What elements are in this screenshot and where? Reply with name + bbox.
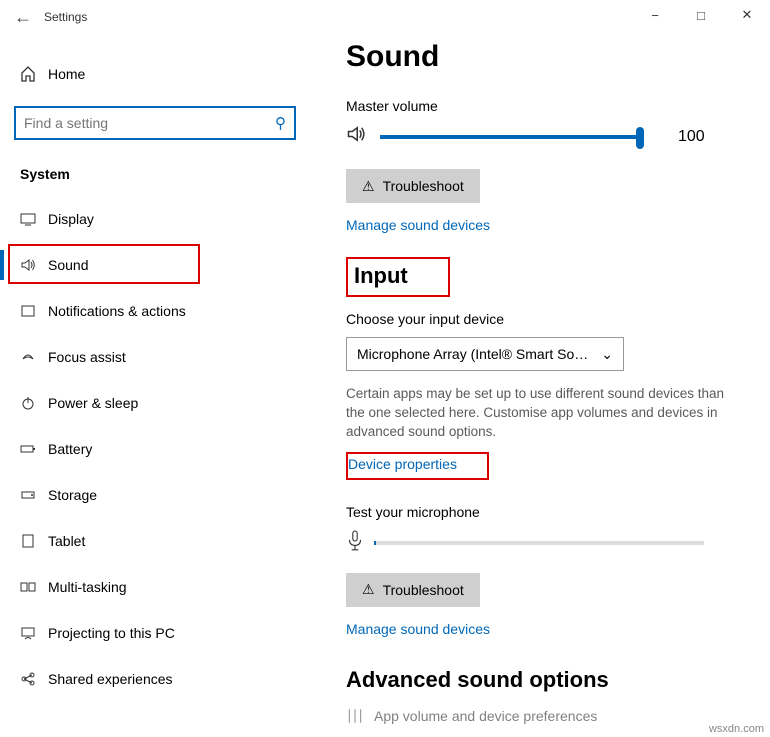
sidebar-item-label: Focus assist (48, 349, 126, 365)
sidebar-item-label: Display (48, 211, 94, 227)
watermark: wsxdn.com (709, 723, 764, 735)
sidebar-item-label: Storage (48, 487, 97, 503)
chevron-down-icon: ⌄ (601, 346, 613, 363)
warning-icon: ⚠ (362, 581, 375, 598)
sidebar-item-label: Sound (48, 257, 88, 273)
search-input[interactable]: ⚲ (14, 106, 296, 140)
master-volume-label: Master volume (346, 98, 742, 114)
choose-input-label: Choose your input device (346, 311, 742, 327)
shared-icon (20, 671, 48, 687)
sidebar-item-label: Multi-tasking (48, 579, 127, 595)
sliders-icon (346, 707, 374, 725)
focus-icon (20, 349, 48, 365)
sidebar-item-label: Projecting to this PC (48, 625, 175, 641)
home-label: Home (48, 66, 85, 82)
home-nav[interactable]: Home (0, 54, 310, 94)
troubleshoot-label: Troubleshoot (383, 178, 464, 194)
sidebar-item-label: Notifications & actions (48, 303, 186, 319)
volume-value: 100 (678, 128, 705, 146)
troubleshoot-label: Troubleshoot (383, 582, 464, 598)
section-heading: System (0, 140, 310, 196)
home-icon (20, 66, 48, 82)
highlight-box: Device properties (346, 452, 489, 480)
app-volume-label: App volume and device preferences (374, 708, 597, 724)
sidebar-item-notifications[interactable]: Notifications & actions (0, 288, 310, 334)
sidebar-item-power[interactable]: Power & sleep (0, 380, 310, 426)
sidebar-item-display[interactable]: Display (0, 196, 310, 242)
mic-level-bar (374, 541, 704, 545)
slider-thumb[interactable] (636, 127, 644, 149)
multitasking-icon (20, 579, 48, 595)
notifications-icon (20, 303, 48, 319)
page-title: Sound (346, 40, 742, 74)
power-icon (20, 395, 48, 411)
sidebar-item-tablet[interactable]: Tablet (0, 518, 310, 564)
sidebar-item-focus[interactable]: Focus assist (0, 334, 310, 380)
main-pane: Sound Master volume 100 ⚠ Troubleshoot M… (310, 34, 770, 737)
tablet-icon (20, 533, 48, 549)
input-heading: Input (354, 263, 408, 289)
input-help-text: Certain apps may be set up to use differ… (346, 385, 742, 442)
battery-icon (20, 441, 48, 457)
back-icon[interactable]: ← (14, 7, 44, 28)
maximize-button[interactable]: □ (678, 0, 724, 30)
sidebar-item-multitasking[interactable]: Multi-tasking (0, 564, 310, 610)
sidebar-item-label: Power & sleep (48, 395, 138, 411)
sidebar-item-battery[interactable]: Battery (0, 426, 310, 472)
sidebar-item-sound[interactable]: Sound (0, 242, 310, 288)
device-properties-link[interactable]: Device properties (348, 456, 457, 472)
sound-icon (20, 257, 48, 273)
input-device-dropdown[interactable]: Microphone Array (Intel® Smart So… ⌄ (346, 337, 624, 371)
minimize-button[interactable]: − (632, 0, 678, 30)
app-volume-row[interactable]: App volume and device preferences (346, 693, 742, 737)
microphone-icon (346, 530, 364, 557)
search-icon: ⚲ (275, 114, 286, 132)
troubleshoot-input-button[interactable]: ⚠ Troubleshoot (346, 573, 480, 607)
test-mic-label: Test your microphone (346, 504, 742, 520)
sidebar: Home ⚲ System Display Sound Notification… (0, 34, 310, 737)
sidebar-item-projecting[interactable]: Projecting to this PC (0, 610, 310, 656)
sidebar-item-storage[interactable]: Storage (0, 472, 310, 518)
advanced-heading: Advanced sound options (346, 667, 742, 693)
sidebar-item-shared[interactable]: Shared experiences (0, 656, 310, 702)
close-button[interactable]: ✕ (724, 0, 770, 30)
sidebar-item-label: Tablet (48, 533, 85, 549)
volume-slider[interactable] (380, 135, 640, 139)
projecting-icon (20, 625, 48, 641)
manage-input-devices-link[interactable]: Manage sound devices (346, 621, 490, 637)
speaker-icon (346, 124, 366, 149)
warning-icon: ⚠ (362, 178, 375, 195)
troubleshoot-output-button[interactable]: ⚠ Troubleshoot (346, 169, 480, 203)
sidebar-item-label: Battery (48, 441, 92, 457)
sidebar-item-label: Shared experiences (48, 671, 173, 687)
highlight-box: Input (346, 257, 450, 297)
display-icon (20, 211, 48, 227)
manage-output-devices-link[interactable]: Manage sound devices (346, 217, 490, 233)
window-title: Settings (44, 10, 87, 24)
input-device-value: Microphone Array (Intel® Smart So… (357, 346, 588, 362)
search-field[interactable] (24, 115, 275, 131)
storage-icon (20, 487, 48, 503)
